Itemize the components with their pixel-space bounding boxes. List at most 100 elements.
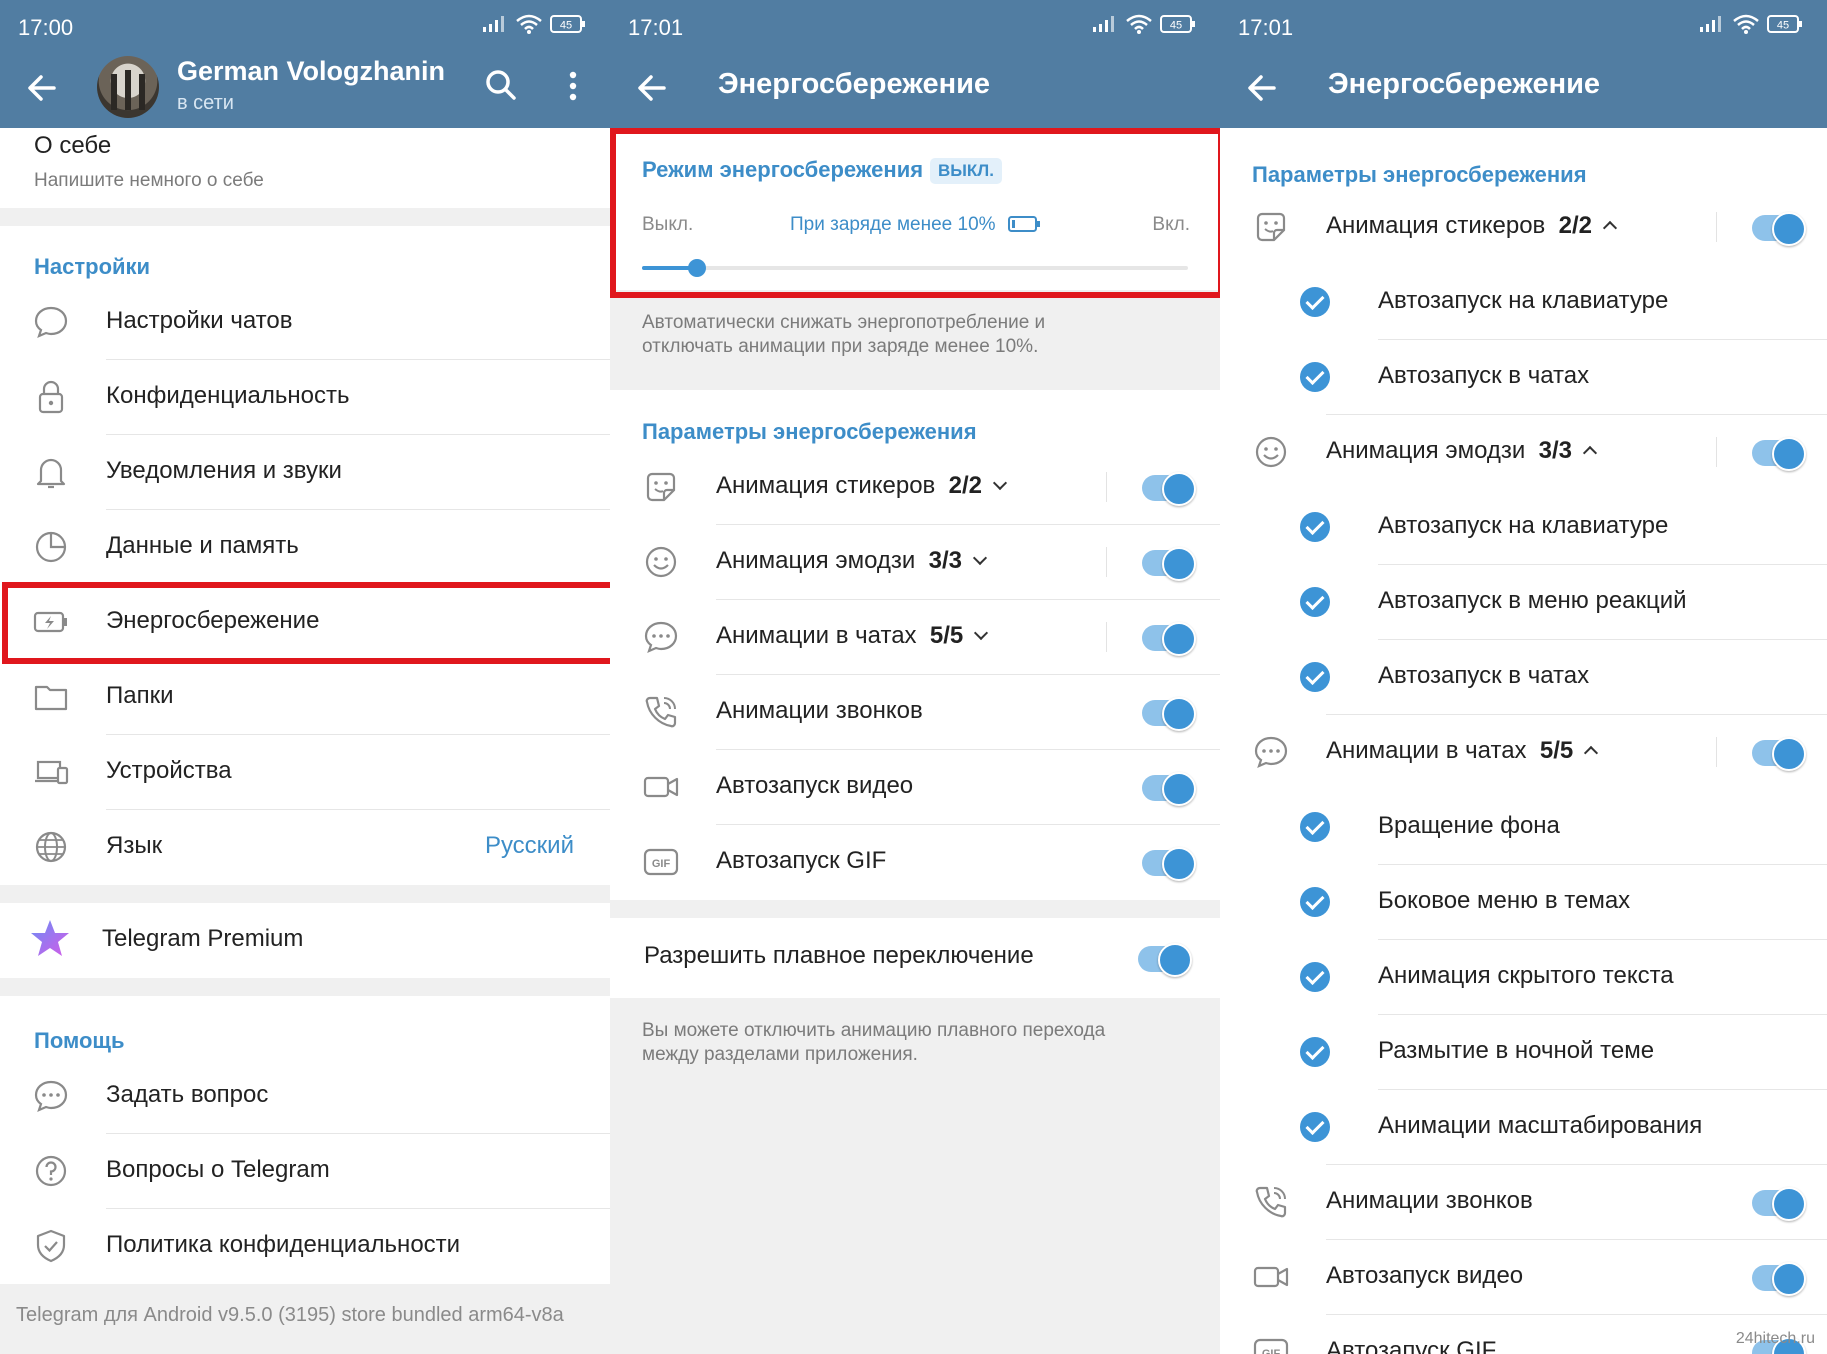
sticker-icon [646, 472, 676, 502]
call-animation-toggle[interactable] [1142, 697, 1196, 731]
sub-item[interactable]: Размытие в ночной теме [1220, 1015, 1827, 1090]
slider-thumb[interactable] [687, 259, 706, 277]
settings-item-language[interactable]: Язык Русский [0, 810, 610, 885]
checkbox-checked-icon[interactable] [1300, 887, 1330, 917]
chevron-up-icon[interactable] [1582, 445, 1597, 461]
help-item-privacy-policy[interactable]: Политика конфиденциальности [0, 1209, 610, 1284]
sub-item[interactable]: Боковое меню в темах [1220, 865, 1827, 940]
param-count: 3/3 [928, 547, 963, 574]
param-label: Автозапуск видео [716, 772, 914, 799]
gif-autoplay-toggle[interactable] [1142, 847, 1196, 881]
back-arrow-icon[interactable] [22, 68, 62, 108]
param-label: Анимации в чатах [716, 622, 917, 649]
param-video-autoplay[interactable]: Автозапуск видео [1220, 1240, 1827, 1315]
param-call-animation[interactable]: Анимации звонков [610, 675, 1220, 750]
chat-animation-toggle[interactable] [1142, 622, 1196, 656]
sticker-animation-toggle[interactable] [1752, 212, 1806, 246]
sub-item[interactable]: Анимация скрытого текста [1220, 940, 1827, 1015]
toggle-separator [1716, 737, 1717, 767]
sub-item[interactable]: Автозапуск на клавиатуре [1220, 265, 1827, 340]
telegram-premium-row[interactable]: Telegram Premium [0, 903, 610, 978]
sub-item[interactable]: Автозапуск в меню реакций [1220, 565, 1827, 640]
video-autoplay-toggle[interactable] [1142, 772, 1196, 806]
group-emoji-animation[interactable]: Анимация эмодзи 3/3 [1220, 415, 1827, 490]
profile-name: German Vologzhanin [177, 56, 446, 86]
checkbox-checked-icon[interactable] [1300, 587, 1330, 617]
signal-icon [1093, 16, 1114, 32]
chevron-up-icon[interactable] [1602, 220, 1617, 236]
slider-off-label: Выкл. [642, 214, 694, 235]
chevron-down-icon[interactable] [972, 550, 987, 566]
sub-item[interactable]: Вращение фона [1220, 790, 1827, 865]
smooth-transitions-row[interactable]: Разрешить плавное переключение [610, 918, 1220, 998]
param-emoji-animation[interactable]: Анимация эмодзи 3/3 [610, 525, 1220, 600]
param-video-autoplay[interactable]: Автозапуск видео [610, 750, 1220, 825]
video-autoplay-toggle[interactable] [1752, 1262, 1806, 1296]
sticker-animation-toggle[interactable] [1142, 472, 1196, 506]
sub-item[interactable]: Автозапуск в чатах [1220, 640, 1827, 715]
chat-animation-toggle[interactable] [1752, 737, 1806, 771]
power-mode-description: Автоматически снижать энергопотребление … [610, 290, 1220, 390]
globe-icon [35, 831, 67, 863]
help-item-ask[interactable]: Задать вопрос [0, 1059, 610, 1134]
settings-item-privacy[interactable]: Конфиденциальность [0, 360, 610, 435]
group-label: Анимация эмодзи [1326, 437, 1526, 464]
sub-item[interactable]: Анимации масштабирования [1220, 1090, 1827, 1165]
back-arrow-icon[interactable] [1242, 68, 1282, 108]
settings-item-power-saving[interactable]: Энергосбережение [0, 585, 610, 660]
group-chat-animation[interactable]: Анимации в чатах 5/5 [1220, 715, 1827, 790]
status-time: 17:01 [1238, 15, 1294, 40]
slider-track [642, 266, 1188, 270]
sub-item-label: Размытие в ночной теме [1378, 1037, 1655, 1064]
slider-threshold-label: При заряде менее 10% [790, 214, 996, 235]
settings-item-notifications[interactable]: Уведомления и звуки [0, 435, 610, 510]
about-row[interactable]: О себе Напишите немного о себе [0, 128, 610, 208]
help-item-label: Задать вопрос [106, 1081, 269, 1108]
params-section-title: Параметры энергосбережения [642, 419, 977, 444]
checkbox-checked-icon[interactable] [1300, 812, 1330, 842]
emoji-animation-toggle[interactable] [1142, 547, 1196, 581]
settings-item-devices[interactable]: Устройства [0, 735, 610, 810]
sub-item[interactable]: Автозапуск в чатах [1220, 340, 1827, 415]
checkbox-checked-icon[interactable] [1300, 512, 1330, 542]
checkbox-checked-icon[interactable] [1300, 1112, 1330, 1142]
help-item-faq[interactable]: Вопросы о Telegram [0, 1134, 610, 1209]
avatar[interactable] [97, 56, 159, 118]
emoji-animation-toggle[interactable] [1752, 437, 1806, 471]
param-chat-animation[interactable]: Анимации в чатах 5/5 [610, 600, 1220, 675]
back-arrow-icon[interactable] [632, 68, 672, 108]
param-gif-autoplay[interactable]: GIF Автозапуск GIF [610, 825, 1220, 900]
power-mode-slider[interactable] [642, 256, 1188, 280]
status-time: 17:00 [18, 15, 74, 40]
sub-item-label: Боковое меню в темах [1378, 887, 1631, 914]
param-label: Анимация эмодзи [716, 547, 916, 574]
smooth-transitions-toggle[interactable] [1138, 943, 1192, 977]
checkbox-checked-icon[interactable] [1300, 362, 1330, 392]
smooth-transitions-description: Вы можете отключить анимацию плавного пе… [610, 998, 1220, 1354]
chevron-up-icon[interactable] [1583, 745, 1599, 761]
param-call-animation[interactable]: Анимации звонков [1220, 1165, 1827, 1240]
sub-item[interactable]: Автозапуск на клавиатуре [1220, 490, 1827, 565]
chevron-down-icon[interactable] [992, 475, 1007, 491]
group-sticker-animation[interactable]: Анимация стикеров 2/2 [1220, 190, 1827, 265]
chevron-down-icon[interactable] [973, 625, 989, 641]
settings-item-folders[interactable]: Папки [0, 660, 610, 735]
checkbox-checked-icon[interactable] [1300, 287, 1330, 317]
search-icon[interactable] [484, 68, 518, 102]
settings-item-data[interactable]: Данные и память [0, 510, 610, 585]
checkbox-checked-icon[interactable] [1300, 662, 1330, 692]
more-menu-icon[interactable] [567, 70, 579, 102]
wifi-icon [516, 14, 542, 34]
param-count: 5/5 [929, 622, 964, 649]
checkbox-checked-icon[interactable] [1300, 962, 1330, 992]
version-text: Telegram для Android v9.5.0 (3195) store… [16, 1304, 564, 1326]
section-gap [0, 885, 610, 903]
settings-item-chats[interactable]: Настройки чатов [0, 285, 610, 360]
chat-dots-icon [1254, 736, 1288, 768]
checkbox-checked-icon[interactable] [1300, 1037, 1330, 1067]
app-bar: 17:01 45 Энергосбережение [610, 0, 1220, 128]
param-sticker-animation[interactable]: Анимация стикеров 2/2 [610, 450, 1220, 525]
toggle-separator [1716, 212, 1717, 242]
sub-item-label: Автозапуск на клавиатуре [1378, 512, 1669, 539]
call-animation-toggle[interactable] [1752, 1187, 1806, 1221]
